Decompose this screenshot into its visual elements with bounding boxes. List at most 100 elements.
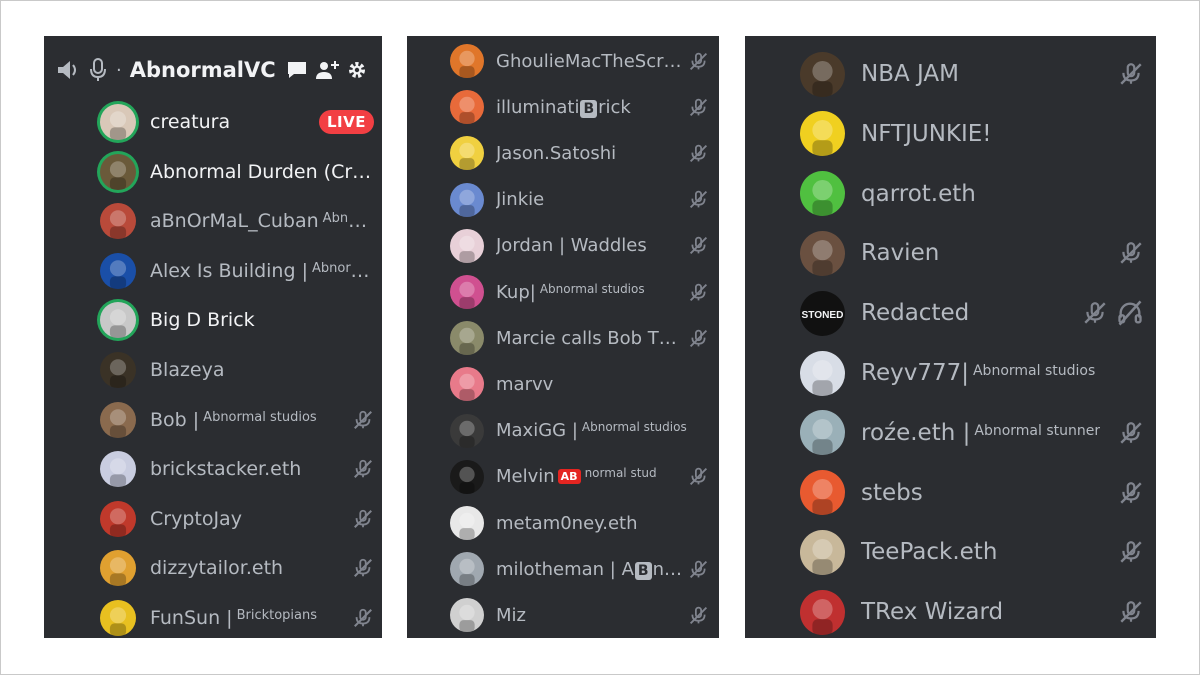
voice-member-row[interactable]: brickstacker.eth <box>44 445 382 493</box>
avatar-melvin <box>450 459 484 494</box>
username-text: Jason.Satoshi <box>496 142 617 164</box>
voice-member-row[interactable]: Melvin AB normal stud <box>407 454 719 500</box>
username: Reyv777| Abnormal studios <box>861 360 1095 386</box>
mute-status <box>1118 599 1144 625</box>
username-text: Bob | <box>150 408 200 431</box>
avatar-creatura <box>100 104 136 140</box>
username: FunSun | Bricktopians <box>150 607 317 629</box>
voice-member-row[interactable]: Abnormal Durden (Cryp… <box>44 148 382 196</box>
chat-icon[interactable] <box>286 60 308 80</box>
avatar-roze <box>800 410 845 456</box>
b-letter-box: B <box>634 561 652 580</box>
mute-status <box>352 458 374 480</box>
username: GhoulieMacTheScr… <box>496 51 682 72</box>
voice-channel-header[interactable]: · AbnormalVC <box>44 50 382 90</box>
voice-member-row[interactable]: Jinkie <box>407 177 719 223</box>
username: Jordan | Waddles <box>496 235 647 256</box>
avatar-jason-satoshi <box>450 136 484 171</box>
muted-mic-icon <box>688 559 709 580</box>
voice-member-row[interactable]: metam0ney.eth <box>407 500 719 546</box>
username: MaxiGG | Abnormal studios <box>496 420 687 441</box>
mute-status <box>688 559 709 580</box>
voice-member-row[interactable]: Blazeya <box>44 346 382 394</box>
voice-member-row[interactable]: dizzytailor.eth <box>44 544 382 592</box>
voice-member-row[interactable]: Ravien <box>745 223 1156 283</box>
voice-member-row[interactable]: GhoulieMacTheScr… <box>407 38 719 84</box>
muted-mic-icon <box>688 282 709 303</box>
voice-member-row[interactable]: Marcie calls Bob T… <box>407 315 719 361</box>
voice-member-row[interactable]: Jordan | Waddles <box>407 223 719 269</box>
muted-mic-icon <box>688 328 709 349</box>
muted-mic-icon <box>688 466 709 487</box>
b-letter-box: B <box>580 99 598 118</box>
username-text: Jordan | Waddles <box>496 235 647 257</box>
muted-mic-icon <box>352 557 374 579</box>
avatar-funsun <box>100 600 136 636</box>
voice-member-row[interactable]: creatura LIVE <box>44 98 382 146</box>
muted-mic-icon <box>1082 300 1108 326</box>
username: Redacted <box>861 300 969 326</box>
username: Jinkie <box>496 189 544 210</box>
voice-member-row[interactable]: aBnOrMaL_CubanAbnorm… <box>44 197 382 245</box>
username: CryptoJay <box>150 508 242 530</box>
header-separator: · <box>116 59 122 81</box>
user-tag: Abnormal studios <box>972 363 1096 379</box>
avatar-ravien <box>800 230 845 276</box>
muted-mic-icon <box>688 605 709 626</box>
mute-status <box>352 607 374 629</box>
username-part: milotheman | A <box>496 558 634 580</box>
avatar-redacted: STONED <box>800 290 845 336</box>
voice-member-row[interactable]: Reyv777| Abnormal studios <box>745 343 1156 403</box>
username-text: FunSun | <box>150 607 233 629</box>
muted-mic-icon <box>352 409 374 431</box>
voice-member-row[interactable]: Big D Brick <box>44 296 382 344</box>
muted-mic-icon <box>352 458 374 480</box>
voice-member-row[interactable]: milotheman | A Bn… <box>407 546 719 592</box>
ab-badge: AB <box>557 469 581 485</box>
avatar-qarrot <box>800 171 845 217</box>
username: Kup| Abnormal studios <box>496 282 645 303</box>
mute-status <box>1082 299 1144 327</box>
voice-member-row[interactable]: TeePack.eth <box>745 522 1156 582</box>
voice-member-row[interactable]: Jason.Satoshi <box>407 130 719 176</box>
username: Abnormal Durden (Cryp… <box>150 161 374 183</box>
voice-member-row[interactable]: marvv <box>407 361 719 407</box>
voice-member-row[interactable]: FunSun | Bricktopians <box>44 594 382 638</box>
user-tag: Abnorm… <box>322 211 374 227</box>
username: NBA JAM <box>861 61 959 87</box>
username-text: qarrot.eth <box>861 180 976 207</box>
mute-status <box>688 282 709 303</box>
voice-member-row[interactable]: stebs <box>745 463 1156 523</box>
username: Ravien <box>861 240 939 266</box>
voice-member-row[interactable]: Kup| Abnormal studios <box>407 269 719 315</box>
voice-member-row[interactable]: TRex Wizard <box>745 582 1156 638</box>
voice-member-row[interactable]: STONED Redacted <box>745 283 1156 343</box>
gear-icon[interactable] <box>346 59 368 81</box>
username-part: rick <box>598 96 631 118</box>
deafened-headphones-icon <box>1116 299 1144 327</box>
avatar-stebs <box>800 470 845 516</box>
mute-status <box>688 328 709 349</box>
username: Melvin AB normal stud <box>496 466 657 487</box>
mute-status <box>1118 240 1144 266</box>
voice-member-row[interactable]: MaxiGG | Abnormal studios <box>407 408 719 454</box>
avatar-reyv777 <box>800 350 845 396</box>
voice-member-row[interactable]: roźe.eth | Abnormal stunner <box>745 403 1156 463</box>
voice-member-row[interactable]: Miz <box>407 592 719 638</box>
channel-title: AbnormalVC <box>129 58 276 82</box>
voice-member-row[interactable]: qarrot.eth <box>745 164 1156 224</box>
add-member-icon[interactable] <box>314 59 340 81</box>
username-text: Abnormal Durden (Cryp… <box>150 160 374 183</box>
voice-member-row[interactable]: Alex Is Building | Abnormal <box>44 247 382 295</box>
username-text: Redacted <box>861 300 970 327</box>
voice-member-row[interactable]: illuminati Brick <box>407 84 719 130</box>
avatar-metam0ney <box>450 506 484 540</box>
voice-member-row[interactable]: Bob | Abnormal studios <box>44 396 382 444</box>
voice-channel-panel-1: · AbnormalVC creatura LIVE Abnormal Durden… <box>44 36 382 638</box>
voice-member-row[interactable]: CryptoJay <box>44 495 382 543</box>
username-text: brickstacker.eth <box>150 458 302 481</box>
username-text: creatura <box>150 111 231 133</box>
voice-member-row[interactable]: NBA JAM <box>745 44 1156 104</box>
voice-member-row[interactable]: NFTJUNKIE! <box>745 104 1156 164</box>
avatar-marcie <box>450 321 484 356</box>
